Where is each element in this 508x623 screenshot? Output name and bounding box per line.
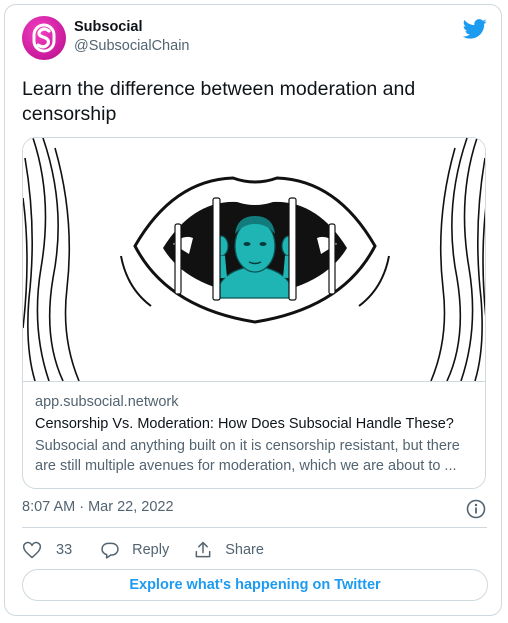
card-body: app.subsocial.network Censorship Vs. Mod… [35,392,475,476]
reply-button[interactable]: Reply [100,540,169,560]
avatar[interactable] [22,16,66,60]
like-count: 33 [56,542,73,558]
tweet-actions: 33 Reply Share [22,538,264,562]
heart-icon [22,541,42,559]
card-description: Subsocial and anything built on it is ce… [35,438,460,474]
share-icon [195,541,211,558]
account-handle[interactable]: @SubsocialChain [74,36,189,56]
tweet-timestamp[interactable]: 8:07 AM · Mar 22, 2022 [22,499,174,515]
link-card[interactable]: app.subsocial.network Censorship Vs. Mod… [22,137,486,489]
tweet-text: Learn the difference between moderation … [22,78,416,125]
subsocial-logo-icon [32,23,56,53]
display-name[interactable]: Subsocial [74,18,189,36]
info-icon[interactable] [466,499,486,519]
card-domain[interactable]: app.subsocial.network [35,392,475,412]
divider [22,527,487,528]
share-label: Share [225,542,264,558]
tweet-header: Subsocial @SubsocialChain [22,16,487,60]
reply-label: Reply [132,542,170,558]
tweet-embed: Subsocial @SubsocialChain Learn the diff… [4,4,502,616]
share-button[interactable]: Share [193,540,264,560]
card-title[interactable]: Censorship Vs. Moderation: How Does Subs… [35,414,475,434]
mouth-bars-illustration-icon [23,138,485,382]
reply-bubble-icon [101,542,119,559]
explore-twitter-button[interactable]: Explore what's happening on Twitter [22,569,488,601]
card-image[interactable] [23,138,485,382]
like-button[interactable]: 33 [22,540,72,560]
account-names: Subsocial @SubsocialChain [74,18,189,56]
twitter-bird-icon[interactable] [463,19,487,39]
